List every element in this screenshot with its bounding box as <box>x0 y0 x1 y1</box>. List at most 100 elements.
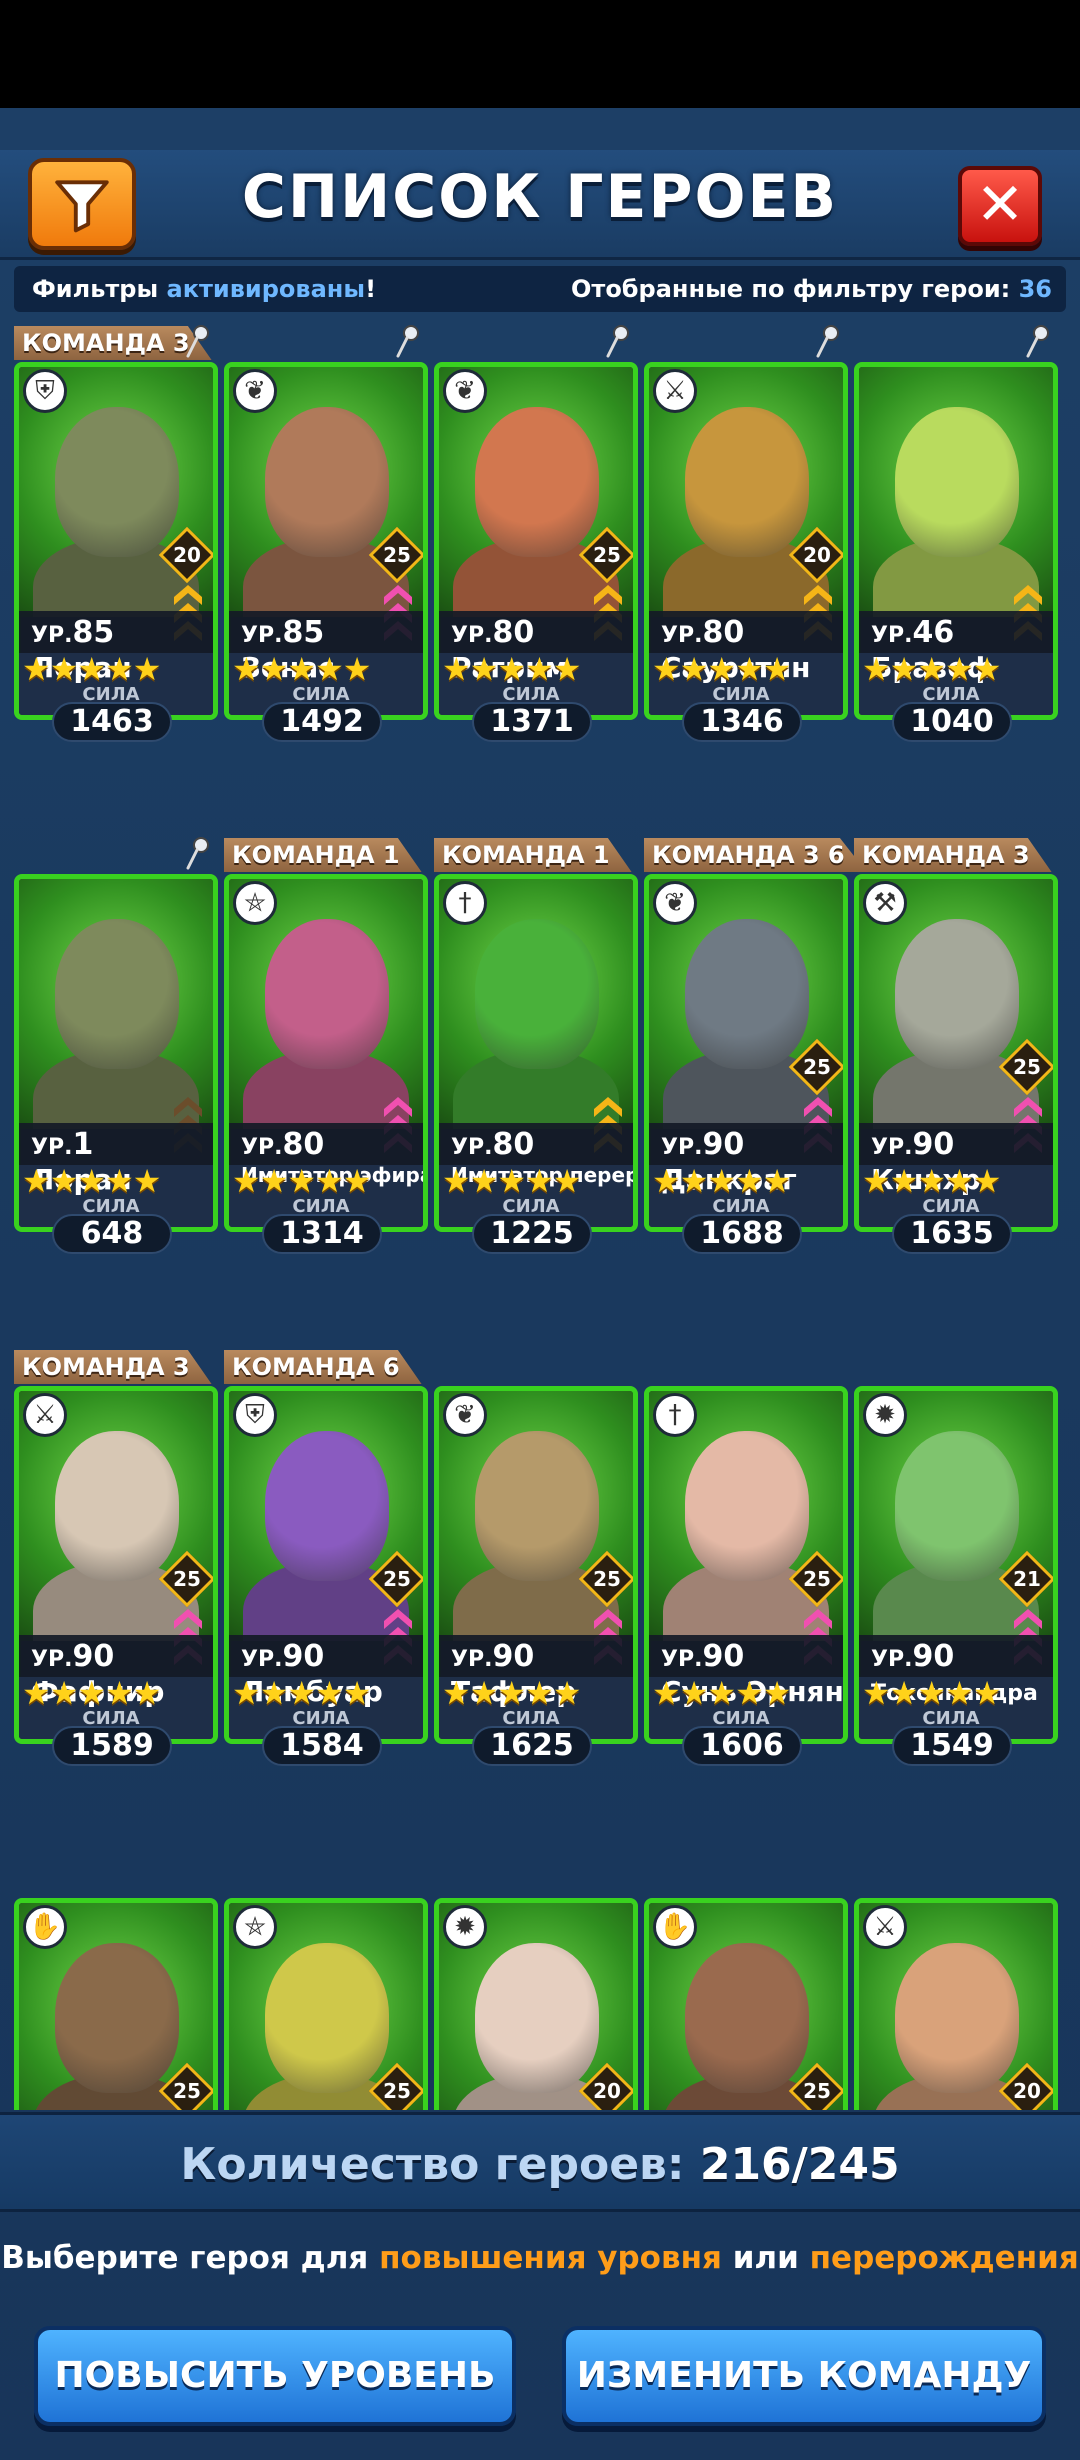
rank-value: 20 <box>593 2079 621 2103</box>
leaf-icon: ❦ <box>653 881 697 925</box>
hero-count-label: Количество героев: <box>180 2139 685 2190</box>
hero-card[interactable]: ⚔ 20 УР.80 Саурстин ★★★★★ СИЛА 1346 <box>644 320 848 742</box>
hero-stars: ★★★★★ <box>232 650 371 688</box>
leaf-icon: ❦ <box>443 369 487 413</box>
hint-mid: или <box>721 2240 810 2276</box>
hero-power: 1040 <box>892 702 1012 742</box>
hero-card[interactable]: ⚔ 20 <box>854 1856 1058 2110</box>
hero-frame: ⛤ 25 <box>224 1898 428 2110</box>
hero-card[interactable]: ❦ 25 УР.85 Зенас ★★★★★ СИЛА 1492 <box>224 320 428 742</box>
team-tag: КОМАНДА 3 <box>14 326 212 360</box>
level-bar: УР.80 <box>229 1123 423 1165</box>
team-tag: КОМАНДА 3 6 <box>644 838 867 872</box>
hero-level: УР.46 <box>871 615 955 650</box>
team-tag: КОМАНДА 3 <box>14 1350 212 1384</box>
hero-level: УР.90 <box>241 1639 325 1674</box>
hero-card[interactable]: КОМАНДА 3 ⚒ 25 УР.90 Кшахр ★★★★★ СИЛА 163… <box>854 832 1058 1254</box>
hero-level: УР.90 <box>871 1639 955 1674</box>
hero-frame: ✹ 20 <box>434 1898 638 2110</box>
hero-stars: ★★★★★ <box>862 1674 1001 1712</box>
level-bar: УР.46 <box>859 611 1053 653</box>
hero-power: 1371 <box>472 702 592 742</box>
hero-card[interactable]: УР.46 Бразеф ★★★★★ СИЛА 1040 <box>854 320 1058 742</box>
rank-value: 25 <box>803 1055 831 1079</box>
funnel-icon <box>55 180 109 233</box>
filter-status-state: активированы <box>166 275 366 303</box>
team-tag: КОМАНДА 3 <box>854 838 1052 872</box>
hint-level: повышения уровня <box>379 2240 722 2276</box>
hero-card[interactable]: ✋ 25 <box>644 1856 848 2110</box>
rank-value: 25 <box>593 1567 621 1591</box>
header-bar: СПИСОК ГЕРОЕВ <box>0 150 1080 260</box>
hero-power: 1492 <box>262 702 382 742</box>
hero-card[interactable]: ⛤ 25 <box>224 1856 428 2110</box>
rank-value: 25 <box>383 1567 411 1591</box>
pin-icon[interactable] <box>604 324 632 360</box>
hero-stars: ★★★★★ <box>652 1162 791 1200</box>
level-bar: УР.90 <box>439 1635 633 1677</box>
hero-count-value: 216/245 <box>699 2139 900 2190</box>
hero-stars: ★★★★★ <box>862 1162 1001 1200</box>
hero-card[interactable]: КОМАНДА 3 6 ❦ 25 УР.90 Данкраг ★★★★★ СИЛА… <box>644 832 867 1254</box>
hero-power: 1549 <box>892 1726 1012 1766</box>
status-bar-area <box>0 0 1080 108</box>
hero-card[interactable]: КОМАНДА 1 ⛤ УР.80 Имитатор эфира ★★★★★ С… <box>224 832 428 1254</box>
team-tag: КОМАНДА 1 <box>434 838 632 872</box>
hero-stars: ★★★★★ <box>862 650 1001 688</box>
pin-icon[interactable] <box>184 324 212 360</box>
filtered-count-label: Отобранные по фильтру герои: <box>571 275 1019 303</box>
hero-card[interactable]: ✋ 25 <box>14 1856 218 2110</box>
hero-card[interactable]: УР.1 Лоран ★★★★★ СИЛА 648 <box>14 832 218 1254</box>
rank-value: 20 <box>803 543 831 567</box>
level-bar: УР.90 <box>649 1635 843 1677</box>
pentagram-icon: ⛤ <box>233 881 277 925</box>
hero-card[interactable]: КОМАНДА 1 † УР.80 Имитатор перерождения … <box>434 832 638 1254</box>
hint-prefix: Выберите героя для <box>1 2240 380 2276</box>
hero-grid: КОМАНДА 3 ⛨ 20 УР.85 Лоран ★★★★★ СИЛА 146… <box>14 320 1074 2110</box>
hero-stars: ★★★★★ <box>652 1674 791 1712</box>
hero-stars: ★★★★★ <box>22 1162 161 1200</box>
hero-level: УР.90 <box>661 1639 745 1674</box>
filter-status-prefix: Фильтры <box>32 275 167 303</box>
pin-icon[interactable] <box>814 324 842 360</box>
hero-power: 1225 <box>472 1214 592 1254</box>
hero-power: 1625 <box>472 1726 592 1766</box>
hero-stars: ★★★★★ <box>22 1674 161 1712</box>
level-bar: УР.80 <box>649 611 843 653</box>
pin-icon[interactable] <box>394 324 422 360</box>
filter-button[interactable] <box>28 158 136 250</box>
hero-card[interactable]: ✹ 21 УР.90 Токсикандра ★★★★★ СИЛА 1549 <box>854 1344 1058 1766</box>
filter-status-suffix: ! <box>365 275 377 303</box>
hero-card[interactable]: † 25 УР.90 Сунь Эрнян ★★★★★ СИЛА 1606 <box>644 1344 848 1766</box>
hero-card[interactable]: КОМАНДА 3 ⚔ 25 УР.90 Фафнир ★★★★★ СИЛА 15… <box>14 1344 218 1766</box>
hero-card[interactable]: КОМАНДА 6 ⛨ 25 УР.90 Ламбуар ★★★★★ СИЛА 1… <box>224 1344 428 1766</box>
level-bar: УР.90 <box>19 1635 213 1677</box>
filter-status: Фильтры активированы! <box>32 275 376 303</box>
level-bar: УР.90 <box>859 1635 1053 1677</box>
rank-value: 25 <box>803 2079 831 2103</box>
pin-icon[interactable] <box>184 836 212 872</box>
level-bar: УР.90 <box>229 1635 423 1677</box>
sun-icon: ✹ <box>443 1905 487 1949</box>
hero-level: УР.90 <box>661 1127 745 1162</box>
leaf-icon: ❦ <box>233 369 277 413</box>
pentagram-icon: ⛤ <box>233 1905 277 1949</box>
close-button[interactable]: ✕ <box>958 166 1042 246</box>
hero-card[interactable]: ❦ 25 УР.90 Тафлер ★★★★★ СИЛА 1625 <box>434 1344 638 1766</box>
hero-card[interactable]: КОМАНДА 3 ⛨ 20 УР.85 Лоран ★★★★★ СИЛА 146… <box>14 320 218 742</box>
axe-icon: ⚒ <box>863 881 907 925</box>
dagger-icon: † <box>443 881 487 925</box>
hero-power: 1463 <box>52 702 172 742</box>
pin-icon[interactable] <box>1024 324 1052 360</box>
hero-power: 648 <box>52 1214 172 1254</box>
hero-card[interactable]: ❦ 25 УР.80 Рагрим ★★★★★ СИЛА 1371 <box>434 320 638 742</box>
hero-card[interactable]: ✹ 20 <box>434 1856 638 2110</box>
filtered-count: Отобранные по фильтру герои: 36 <box>571 275 1052 303</box>
rank-value: 25 <box>803 1567 831 1591</box>
hero-level: УР.85 <box>241 615 325 650</box>
level-up-button[interactable]: ПОВЫСИТЬ УРОВЕНЬ <box>34 2326 516 2426</box>
shield-icon: ⛨ <box>233 1393 277 1437</box>
hero-level: УР.80 <box>451 615 535 650</box>
hero-stars: ★★★★★ <box>442 650 581 688</box>
change-team-button[interactable]: ИЗМЕНИТЬ КОМАНДУ <box>562 2326 1046 2426</box>
